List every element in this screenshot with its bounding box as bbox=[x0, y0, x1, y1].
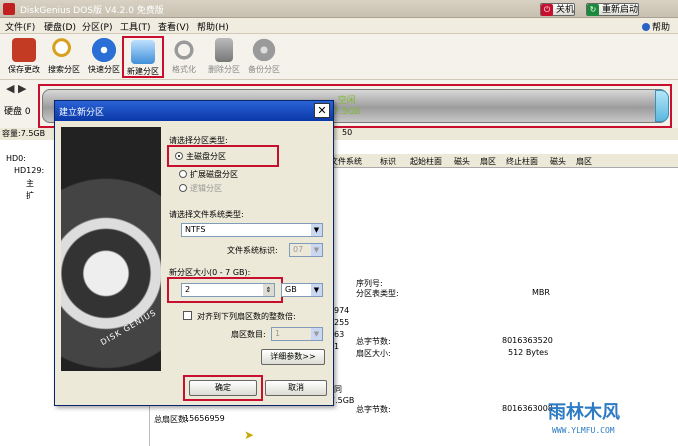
chevron-down-icon: ▼ bbox=[311, 328, 322, 340]
fs-id-label: 文件系统标识: bbox=[227, 246, 278, 255]
mouse-cursor-icon: ➤ bbox=[244, 428, 255, 442]
tree-node-hd0[interactable]: HD0: bbox=[6, 154, 26, 163]
backup-partition-button[interactable]: 备份分区 bbox=[244, 36, 284, 78]
save-icon bbox=[12, 38, 36, 62]
align-label: 对齐到下列扇区数的整数倍: bbox=[197, 312, 296, 321]
watermark-url: WWW.YLMFU.COM bbox=[552, 426, 615, 435]
cancel-button[interactable]: 取消 bbox=[265, 380, 327, 396]
restart-icon: ↻ bbox=[587, 3, 599, 16]
app-icon bbox=[3, 3, 15, 15]
col-filesystem[interactable]: 文件系统 bbox=[330, 156, 362, 167]
power-icon: ⏻ bbox=[541, 3, 553, 16]
next-disk-icon[interactable]: ▶ bbox=[18, 82, 26, 95]
search-partition-button[interactable]: 搜索分区 bbox=[44, 36, 84, 78]
menu-bar: 文件(F) 硬盘(D) 分区(P) 工具(T) 查看(V) 帮助(H) 帮助 bbox=[0, 18, 678, 34]
hard-disk-illustration: DISK GENIUS bbox=[61, 127, 161, 371]
menu-file[interactable]: 文件(F) bbox=[5, 20, 35, 33]
menu-tools[interactable]: 工具(T) bbox=[120, 20, 151, 33]
sector-size-label: 扇区大小: bbox=[356, 349, 391, 358]
menu-view[interactable]: 查看(V) bbox=[158, 20, 189, 33]
restart-button[interactable]: ↻ 重新启动 bbox=[586, 3, 640, 16]
table-type-label: 分区表类型: bbox=[356, 289, 399, 298]
disk-label: 硬盘 0 bbox=[4, 107, 31, 117]
chevron-down-icon: ▼ bbox=[311, 244, 322, 256]
trash-icon bbox=[215, 38, 233, 62]
fs-type-label: 请选择文件系统类型: bbox=[169, 210, 244, 219]
primary-partition-radio[interactable]: 主磁盘分区 bbox=[175, 151, 226, 162]
col-sector[interactable]: 扇区 bbox=[480, 156, 496, 167]
fs-id-select[interactable]: 07 ▼ bbox=[289, 243, 323, 257]
window-title: DiskGenius DOS版 V4.2.0 免费版 bbox=[20, 6, 164, 16]
disk-bar-end-cap bbox=[655, 90, 669, 122]
new-partition-dialog: 建立新分区 ✕ DISK GENIUS 请选择分区类型: 主磁盘分区 扩展磁盘分… bbox=[54, 100, 334, 406]
new-partition-icon bbox=[131, 40, 155, 64]
radio-icon bbox=[179, 184, 187, 192]
capacity-text: 容量:7.5GB bbox=[2, 129, 46, 138]
fs-type-select[interactable]: NTFS ▼ bbox=[181, 223, 323, 237]
shutdown-button[interactable]: ⏻ 关机 bbox=[540, 3, 576, 16]
brand-logo: DISK GENIUS bbox=[98, 307, 158, 348]
radio-icon bbox=[179, 170, 187, 178]
info-fragment-3: 63 bbox=[334, 330, 345, 339]
total-bytes-label: 总字节数: bbox=[356, 337, 391, 346]
disk-icon bbox=[92, 38, 116, 62]
ok-button[interactable]: 确定 bbox=[189, 380, 257, 396]
partition-table-header: 文件系统 标识 起始柱面 磁头 扇区 终止柱面 磁头 扇区 bbox=[330, 154, 678, 168]
tree-node-extended[interactable]: 扩 bbox=[26, 190, 34, 201]
size-input[interactable]: 2 ⇕ bbox=[181, 283, 275, 297]
info-fragment-2: 255 bbox=[334, 318, 350, 327]
chevron-down-icon: ▼ bbox=[311, 224, 322, 236]
spin-icon: ⇕ bbox=[263, 284, 274, 296]
menu-help[interactable]: 帮助(H) bbox=[197, 20, 229, 33]
toolbar: 保存更改 搜索分区 快速分区 新建分区 格式化 删除分区 备份分区 bbox=[0, 34, 678, 80]
info-fragment-5: 同 bbox=[334, 385, 342, 394]
col-end-sector[interactable]: 扇区 bbox=[576, 156, 592, 167]
col-end-head[interactable]: 磁头 bbox=[550, 156, 566, 167]
col-head[interactable]: 磁头 bbox=[454, 156, 470, 167]
dialog-title-bar: 建立新分区 ✕ bbox=[55, 101, 333, 121]
col-end-cylinder[interactable]: 终止柱面 bbox=[506, 156, 538, 167]
backup-icon bbox=[252, 38, 276, 62]
col-start-cylinder[interactable]: 起始柱面 bbox=[410, 156, 442, 167]
tree-node-primary[interactable]: 主 bbox=[26, 178, 34, 189]
table-type-value: MBR bbox=[532, 288, 550, 297]
watermark-text: 雨林木风 bbox=[548, 402, 620, 423]
format-button[interactable]: 格式化 bbox=[164, 36, 204, 78]
search-icon bbox=[52, 38, 76, 62]
dialog-title: 建立新分区 bbox=[59, 108, 105, 118]
save-changes-button[interactable]: 保存更改 bbox=[4, 36, 44, 78]
details-button[interactable]: 详细参数>> bbox=[261, 349, 325, 365]
extended-partition-radio[interactable]: 扩展磁盘分区 bbox=[179, 169, 238, 180]
help-link[interactable]: 帮助 bbox=[641, 20, 670, 33]
align-checkbox[interactable] bbox=[183, 311, 192, 320]
menu-partition[interactable]: 分区(P) bbox=[82, 20, 112, 33]
delete-partition-button[interactable]: 删除分区 bbox=[204, 36, 244, 78]
logical-partition-radio[interactable]: 逻辑分区 bbox=[179, 183, 222, 194]
total-bytes-label-2: 总字节数: bbox=[356, 405, 391, 414]
sector-size-value: 512 Bytes bbox=[508, 348, 549, 357]
watermark: 雨林木风 WWW.YLMFU.COM bbox=[538, 392, 674, 446]
title-bar: DiskGenius DOS版 V4.2.0 免费版 ⏻ 关机 ↻ 重新启动 bbox=[0, 0, 678, 18]
prev-disk-icon[interactable]: ◀ bbox=[6, 82, 14, 95]
free-space-label: 空闲 7.5GB bbox=[333, 96, 361, 117]
col-id[interactable]: 标识 bbox=[380, 156, 396, 167]
quick-partition-button[interactable]: 快速分区 bbox=[84, 36, 124, 78]
size-unit-select[interactable]: GB ▼ bbox=[281, 283, 323, 297]
info-fragment-1: 974 bbox=[334, 306, 350, 315]
close-icon[interactable]: ✕ bbox=[314, 103, 330, 118]
total-sectors-value: 15656959 bbox=[184, 414, 225, 423]
capacity-fragment: 50 bbox=[342, 128, 353, 137]
radio-selected-icon bbox=[175, 152, 183, 160]
help-icon bbox=[641, 23, 650, 31]
total-bytes-value: 8016363520 bbox=[502, 336, 553, 345]
sectors-select[interactable]: 1 ▼ bbox=[271, 327, 323, 341]
menu-disk[interactable]: 硬盘(D) bbox=[44, 20, 76, 33]
tree-node-hd129[interactable]: HD129: bbox=[14, 166, 44, 175]
info-fragment-4: 1 bbox=[334, 342, 340, 351]
sectors-label: 扇区数目: bbox=[231, 330, 266, 339]
format-icon bbox=[172, 38, 196, 62]
new-partition-button[interactable]: 新建分区 bbox=[122, 36, 164, 78]
chevron-down-icon: ▼ bbox=[311, 284, 322, 296]
